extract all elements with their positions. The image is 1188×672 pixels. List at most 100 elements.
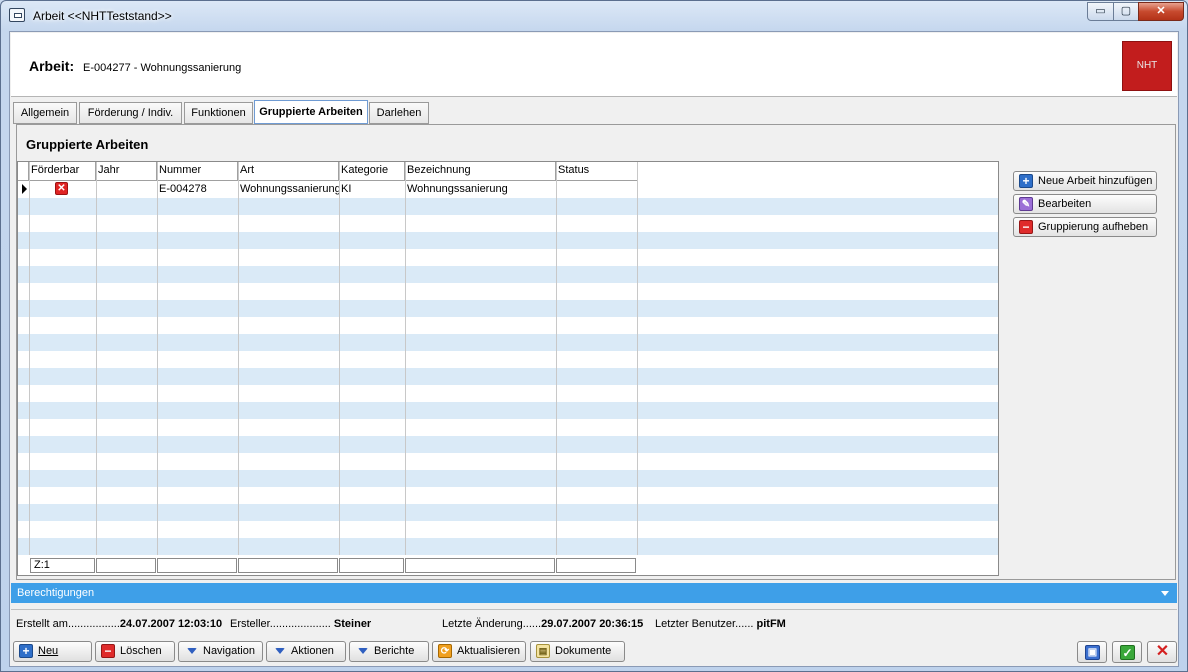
- footer-cell-bezeichnung: [405, 558, 555, 573]
- table-row[interactable]: [18, 521, 998, 538]
- actions-button[interactable]: Aktionen: [266, 641, 346, 662]
- tab-foerderung[interactable]: Förderung / Indiv.: [79, 102, 182, 124]
- tab-gruppierte-arbeiten[interactable]: Gruppierte Arbeiten: [254, 100, 368, 124]
- table-row[interactable]: [18, 351, 998, 368]
- column-header-jahr[interactable]: Jahr: [96, 162, 157, 180]
- permissions-label: Berechtigungen: [17, 587, 95, 599]
- cancel-x-icon: ✕: [1155, 643, 1170, 660]
- folder-documents-icon: ▤: [536, 644, 550, 658]
- ungroup-button[interactable]: − Gruppierung aufheben: [1013, 217, 1157, 237]
- record-title: E-004277 - Wohnungssanierung: [83, 62, 242, 74]
- check-icon: ✓: [1120, 645, 1135, 660]
- table-row[interactable]: [18, 487, 998, 504]
- cell-kategorie: KI: [341, 183, 352, 195]
- grouped-works-panel: Gruppierte Arbeiten Förderbar Jahr Numme…: [16, 124, 1176, 580]
- current-row-indicator-icon: [22, 184, 27, 194]
- table-row[interactable]: [18, 283, 998, 300]
- table-row[interactable]: ✕ E-004278 Wohnungssanierung KI Wohnungssani…: [18, 181, 998, 198]
- column-header-status[interactable]: Status: [556, 162, 638, 180]
- minus-icon: −: [1019, 220, 1033, 234]
- title-bar[interactable]: Arbeit <<NHTTeststand>> ▭ ▢ ✕: [1, 1, 1187, 31]
- record-label: Arbeit:: [29, 58, 75, 74]
- table-row[interactable]: [18, 453, 998, 470]
- column-header-foerderbar[interactable]: Förderbar: [29, 162, 96, 180]
- plus-icon: +: [19, 644, 33, 658]
- dropdown-arrow-icon: [275, 648, 285, 654]
- close-window-button[interactable]: ✕: [1138, 2, 1184, 21]
- grouped-works-grid[interactable]: Förderbar Jahr Nummer Art Kategorie Beze…: [17, 161, 999, 576]
- column-header-bezeichnung[interactable]: Bezeichnung: [405, 162, 556, 180]
- table-row[interactable]: [18, 317, 998, 334]
- column-header-nummer[interactable]: Nummer: [157, 162, 238, 180]
- last-user-value: pitFM: [756, 618, 786, 630]
- table-row[interactable]: [18, 368, 998, 385]
- navigation-button[interactable]: Navigation: [178, 641, 263, 662]
- window-title: Arbeit <<NHTTeststand>>: [33, 9, 172, 23]
- table-row[interactable]: [18, 300, 998, 317]
- table-row[interactable]: [18, 215, 998, 232]
- changed-info: Letzte Änderung......29.07.2007 20:36:15: [442, 618, 644, 630]
- client-area: Arbeit: E-004277 - Wohnungssanierung NHT…: [9, 31, 1179, 667]
- chevron-down-icon[interactable]: [1161, 591, 1169, 596]
- creator-value: Steiner: [333, 618, 372, 630]
- save-button[interactable]: ▣: [1077, 641, 1107, 663]
- refresh-button[interactable]: ⟳ Aktualisieren: [432, 641, 526, 662]
- cell-jahr: [96, 181, 157, 198]
- table-row[interactable]: [18, 436, 998, 453]
- minimize-button[interactable]: ▭: [1087, 2, 1114, 21]
- tab-darlehen[interactable]: Darlehen: [369, 102, 429, 124]
- nht-logo: NHT: [1122, 41, 1172, 91]
- refresh-icon: ⟳: [438, 644, 452, 658]
- footer-cell-jahr: [96, 558, 156, 573]
- footer-cell-status: [556, 558, 636, 573]
- grid-rows: ✕ E-004278 Wohnungssanierung KI Wohnungssani…: [18, 181, 998, 555]
- cell-status: [556, 181, 638, 198]
- table-row[interactable]: [18, 249, 998, 266]
- ok-button[interactable]: ✓: [1112, 641, 1142, 663]
- delete-button[interactable]: − Löschen: [95, 641, 175, 662]
- panel-title: Gruppierte Arbeiten: [26, 137, 149, 152]
- table-row[interactable]: [18, 198, 998, 215]
- row-count: Z:1: [30, 558, 95, 573]
- pencil-icon: ✎: [1019, 197, 1033, 211]
- application-window: Arbeit <<NHTTeststand>> ▭ ▢ ✕ Arbeit: E-…: [0, 0, 1188, 672]
- add-work-button[interactable]: + Neue Arbeit hinzufügen: [1013, 171, 1157, 191]
- minus-icon: −: [101, 644, 115, 658]
- documents-button[interactable]: ▤ Dokumente: [530, 641, 625, 662]
- cancel-button[interactable]: ✕: [1147, 641, 1177, 663]
- tab-allgemein[interactable]: Allgemein: [13, 102, 77, 124]
- table-row[interactable]: [18, 538, 998, 555]
- window-menu-icon[interactable]: [9, 8, 25, 22]
- record-header: Arbeit: E-004277 - Wohnungssanierung NHT: [11, 33, 1177, 97]
- table-row[interactable]: [18, 334, 998, 351]
- floppy-disk-icon: ▣: [1085, 645, 1100, 660]
- plus-icon: +: [1019, 174, 1033, 188]
- footer-cell-kategorie: [339, 558, 404, 573]
- table-row[interactable]: [18, 419, 998, 436]
- cell-bezeichnung: Wohnungssanierung: [407, 183, 508, 195]
- row-selector-header: [18, 162, 29, 180]
- column-header-kategorie[interactable]: Kategorie: [339, 162, 405, 180]
- changed-value: 29.07.2007 20:36:15: [541, 618, 644, 630]
- dropdown-arrow-icon: [358, 648, 368, 654]
- table-row[interactable]: [18, 232, 998, 249]
- creator-info: Ersteller.................... Steiner: [230, 618, 372, 630]
- cell-nummer: E-004278: [159, 183, 207, 195]
- table-row[interactable]: [18, 504, 998, 521]
- not-eligible-icon[interactable]: ✕: [55, 182, 68, 195]
- table-row[interactable]: [18, 402, 998, 419]
- maximize-button[interactable]: ▢: [1113, 2, 1139, 21]
- permissions-bar[interactable]: Berechtigungen: [11, 583, 1177, 603]
- table-row[interactable]: [18, 266, 998, 283]
- column-header-art[interactable]: Art: [238, 162, 339, 180]
- last-user-info: Letzter Benutzer...... pitFM: [655, 618, 786, 630]
- footer-cell-nummer: [157, 558, 237, 573]
- tab-funktionen[interactable]: Funktionen: [184, 102, 253, 124]
- new-button[interactable]: + Neu: [13, 641, 92, 662]
- table-row[interactable]: [18, 470, 998, 487]
- table-row[interactable]: [18, 385, 998, 402]
- edit-button[interactable]: ✎ Bearbeiten: [1013, 194, 1157, 214]
- dropdown-arrow-icon: [187, 648, 197, 654]
- reports-button[interactable]: Berichte: [349, 641, 429, 662]
- created-info: Erstellt am.................24.07.2007 1…: [16, 618, 223, 630]
